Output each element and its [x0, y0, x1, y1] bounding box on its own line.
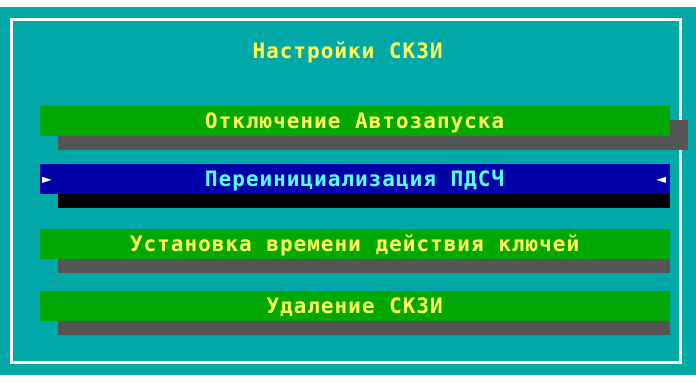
skzi-settings-dialog: Настройки СКЗИ Отключение Автозапуска Пе… — [0, 7, 696, 375]
menu-item-label[interactable]: Переинициализация ПДСЧ — [40, 164, 670, 194]
menu-item-reinit-pdsch[interactable]: Переинициализация ПДСЧ ► ◄ — [40, 164, 688, 208]
dialog-title: Настройки СКЗИ — [252, 39, 444, 63]
menu-item-disable-autorun[interactable]: Отключение Автозапуска — [40, 106, 688, 150]
menu-item-remove-skzi[interactable]: Удаление СКЗИ — [40, 291, 688, 335]
menu-item-label[interactable]: Установка времени действия ключей — [40, 229, 670, 259]
screen: Настройки СКЗИ Отключение Автозапуска Пе… — [0, 0, 696, 382]
menu-item-set-key-validity[interactable]: Установка времени действия ключей — [40, 229, 688, 273]
menu-item-label[interactable]: Удаление СКЗИ — [40, 291, 670, 321]
menu-item-label[interactable]: Отключение Автозапуска — [40, 106, 670, 136]
selection-arrow-right-icon: ► — [42, 169, 52, 188]
selection-arrow-left-icon: ◄ — [656, 169, 666, 188]
